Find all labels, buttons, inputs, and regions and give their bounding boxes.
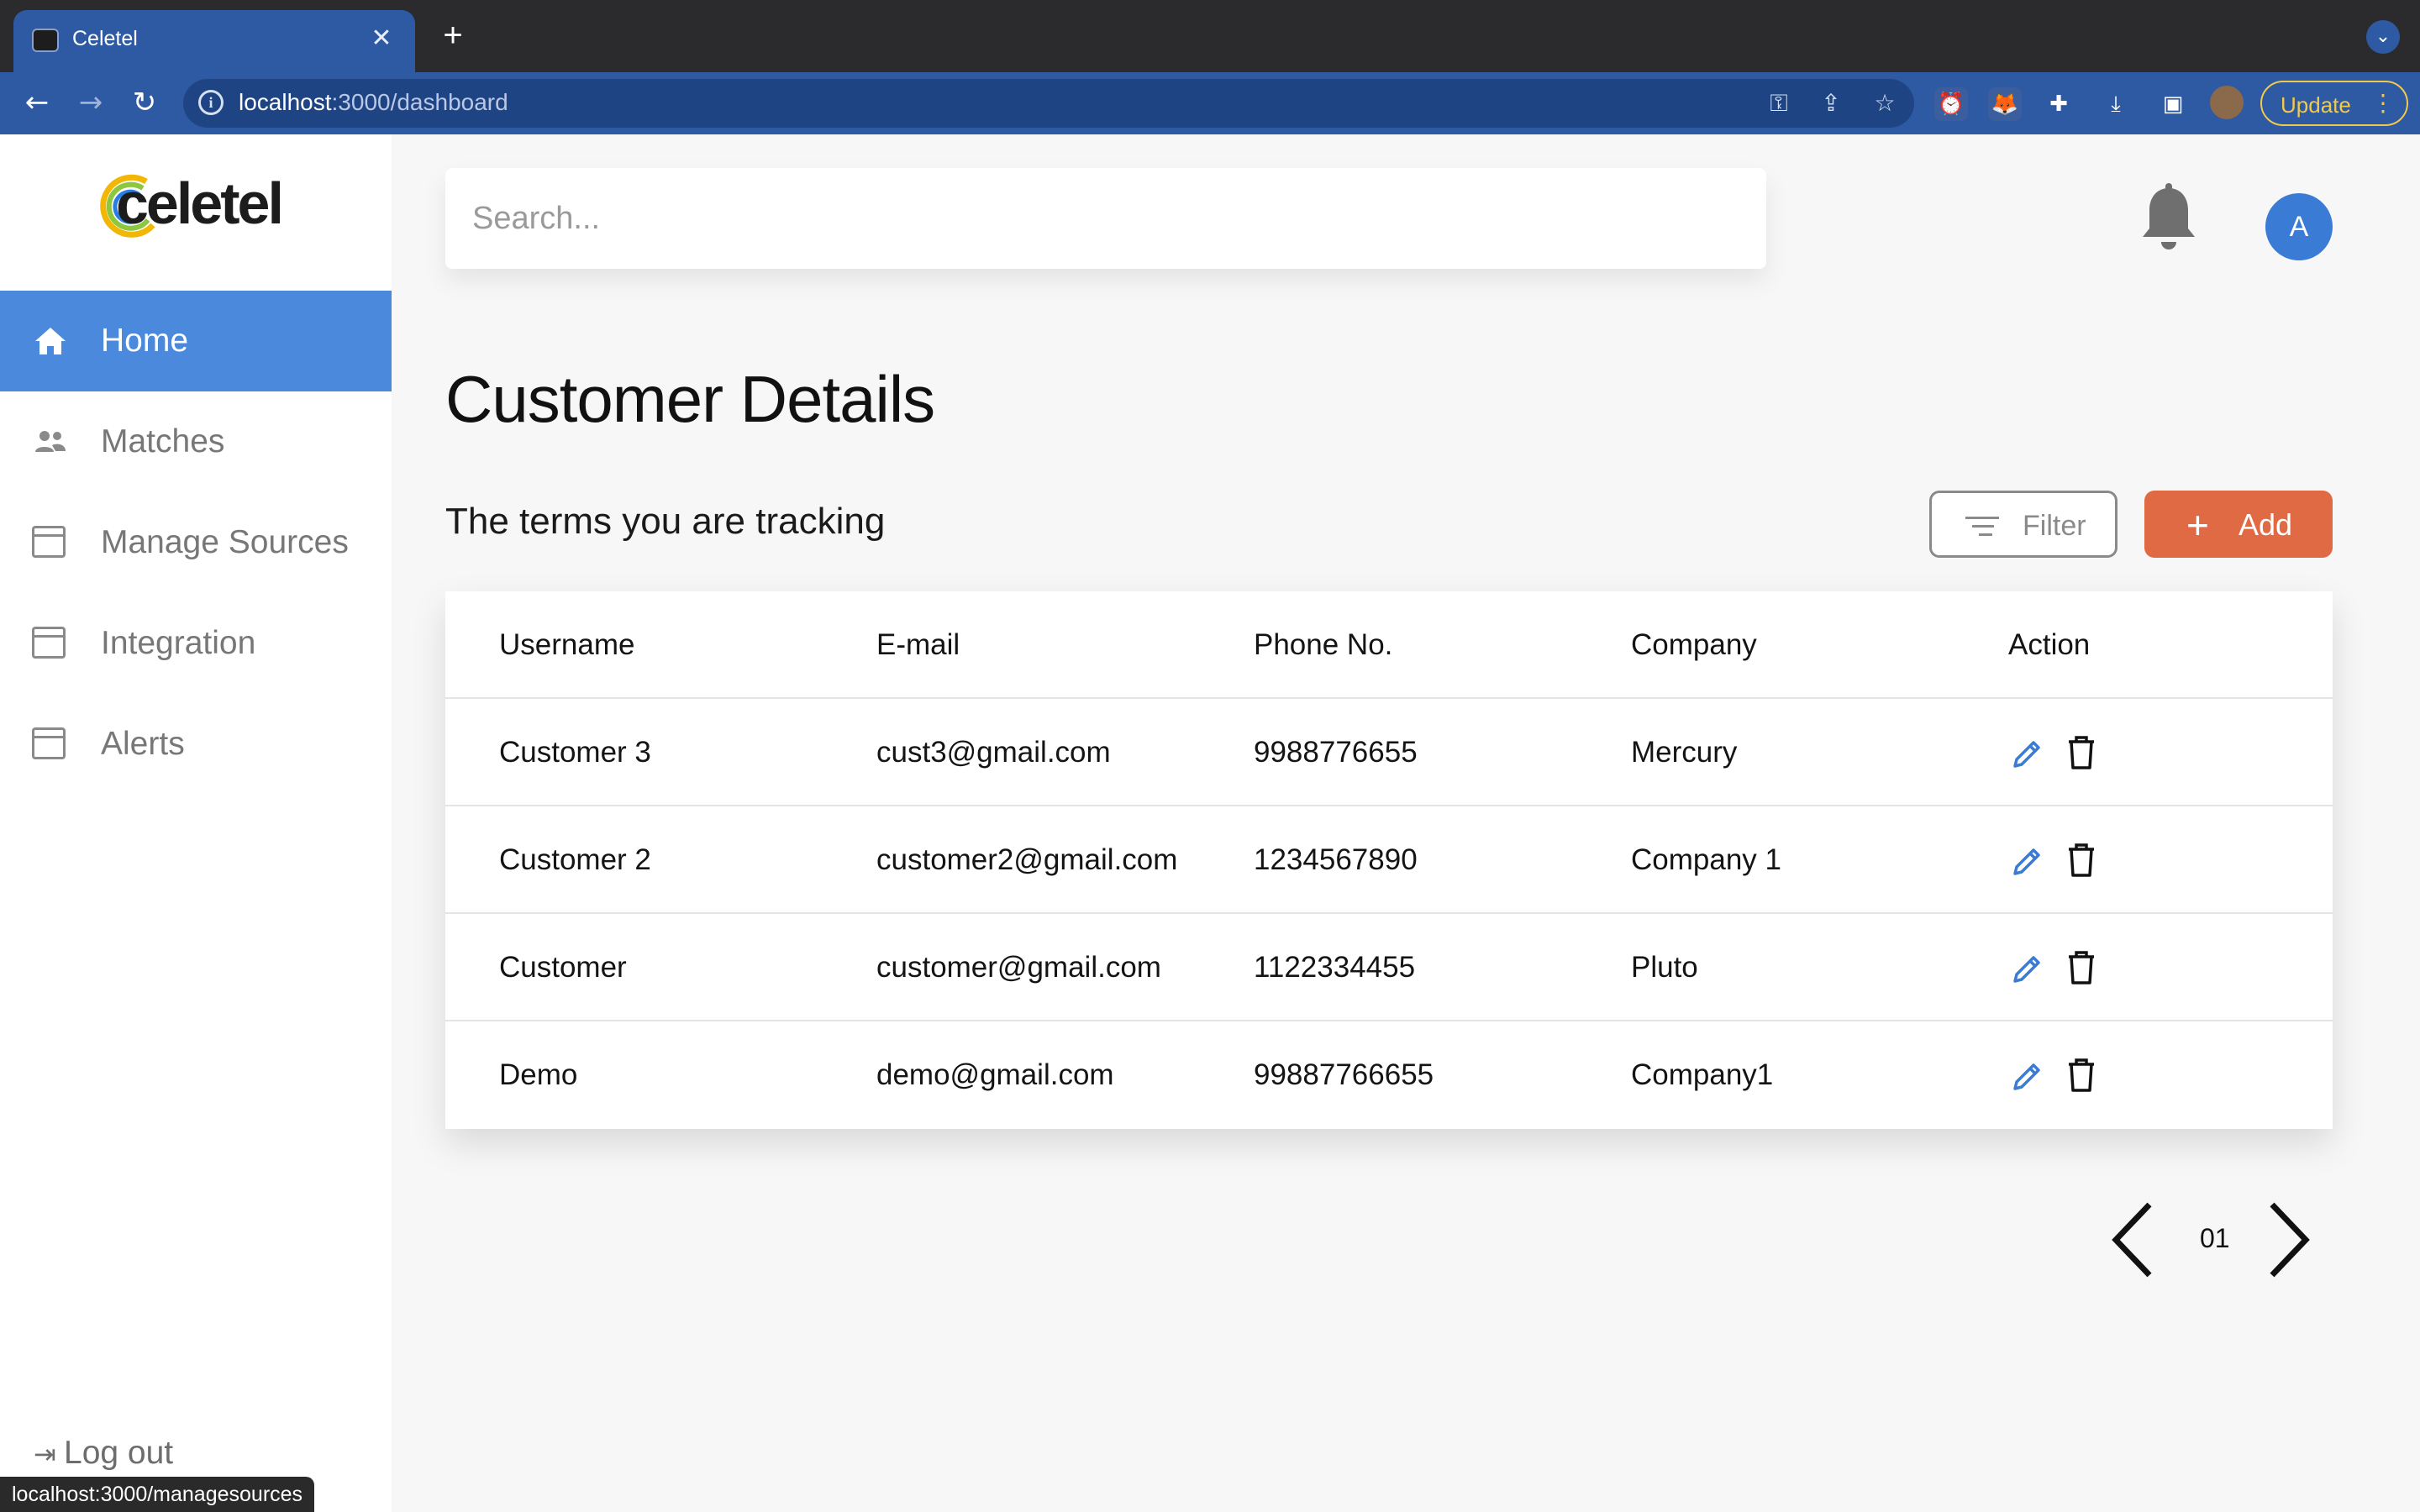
tab-search-chevron-icon[interactable]: ⌄ (2366, 20, 2400, 54)
cell-phone: 9988776655 (1254, 736, 1418, 769)
extensions-puzzle-icon[interactable]: ✚ (2042, 87, 2075, 121)
favicon-icon (32, 29, 59, 52)
cell-email: demo@gmail.com (876, 1058, 1114, 1091)
key-icon[interactable]: ⚿ (1763, 87, 1795, 119)
download-icon[interactable]: ⤓ (2099, 87, 2133, 121)
cell-company: Mercury (1631, 736, 1738, 769)
share-icon[interactable]: ⇪ (1815, 87, 1847, 119)
status-bar-url: localhost:3000/managesources (0, 1477, 315, 1512)
filter-lines-icon (1965, 517, 1999, 536)
edit-pencil-icon[interactable] (2010, 843, 2045, 879)
edit-pencil-icon[interactable] (2010, 1058, 2045, 1094)
update-button[interactable]: Update ⋮ (2260, 81, 2408, 126)
sidebar-item-integration[interactable]: Integration (0, 593, 392, 694)
edit-pencil-icon[interactable] (2010, 951, 2045, 986)
tab-close-icon[interactable]: ✕ (365, 22, 398, 55)
cell-email: customer@gmail.com (876, 951, 1161, 984)
cell-company: Pluto (1631, 951, 1698, 984)
delete-trash-icon[interactable] (2065, 842, 2097, 879)
extension-clock-icon[interactable]: ⏰ (1934, 87, 1968, 121)
cell-username: Customer 2 (499, 843, 651, 876)
notification-bell-icon[interactable] (2139, 183, 2198, 254)
column-header-phone[interactable]: Phone No. (1254, 628, 1392, 662)
cell-company: Company1 (1631, 1058, 1774, 1091)
cell-email: cust3@gmail.com (876, 736, 1111, 769)
forward-arrow-icon[interactable]: → (71, 82, 111, 123)
next-page-chevron-icon[interactable] (2260, 1200, 2314, 1280)
table-row[interactable]: Customer customer@gmail.com 1122334455 P… (445, 914, 2333, 1021)
site-info-icon[interactable]: i (198, 90, 224, 115)
tab-title: Celetel (72, 27, 138, 50)
delete-trash-icon[interactable] (2065, 734, 2097, 771)
sidebar-item-label: Alerts (101, 726, 185, 762)
table-row[interactable]: Customer 3 cust3@gmail.com 9988776655 Me… (445, 699, 2333, 806)
column-header-action: Action (2008, 628, 2091, 661)
sidebar-item-label: Manage Sources (101, 524, 349, 560)
cell-phone: 1122334455 (1254, 951, 1416, 984)
customer-table: Username E-mail Phone No. Company Action… (445, 591, 2333, 1129)
delete-trash-icon[interactable] (2065, 1057, 2097, 1094)
filter-label: Filter (2023, 510, 2086, 542)
metamask-fox-icon[interactable]: 🦊 (1988, 87, 2022, 121)
table-row[interactable]: Customer 2 customer2@gmail.com 123456789… (445, 806, 2333, 914)
calendar-icon (32, 627, 69, 660)
sidebar-item-home[interactable]: Home (0, 291, 392, 391)
plus-icon: + (2186, 503, 2209, 547)
profile-avatar-icon[interactable] (2210, 86, 2244, 119)
delete-trash-icon[interactable] (2065, 949, 2097, 986)
logout-icon: ⇥ (34, 1439, 56, 1469)
more-menu-icon[interactable]: ⋮ (2371, 89, 2395, 117)
filter-button[interactable]: Filter (1929, 491, 2118, 558)
celetel-logo[interactable]: celetel (99, 166, 301, 242)
browser-tab-bar: Celetel ✕ + ⌄ (0, 0, 2420, 72)
user-avatar[interactable]: A (2265, 193, 2333, 260)
bookmark-star-icon[interactable]: ☆ (1869, 87, 1901, 119)
cell-phone: 1234567890 (1254, 843, 1418, 876)
add-button[interactable]: + Add (2144, 491, 2333, 558)
calendar-icon (32, 526, 69, 559)
calendar-icon (32, 727, 69, 761)
cell-phone: 99887766655 (1254, 1058, 1434, 1091)
sidebar: celetel Home Matches Manage Sources Inte… (0, 134, 392, 1512)
page-subtitle: The terms you are tracking (445, 501, 886, 542)
add-label: Add (2238, 507, 2293, 542)
sidebar-item-label: Matches (101, 423, 225, 459)
back-arrow-icon[interactable]: ← (17, 82, 57, 123)
sidebar-item-matches[interactable]: Matches (0, 391, 392, 492)
browser-toolbar: ← → ↻ i localhost:3000/dashboard ⚿ ⇪ ☆ ⏰… (0, 72, 2420, 134)
page-title: Customer Details (445, 362, 935, 436)
cell-email: customer2@gmail.com (876, 843, 1178, 876)
column-header-email[interactable]: E-mail (876, 628, 960, 662)
sidebar-item-label: Home (101, 323, 189, 359)
table-header-row: Username E-mail Phone No. Company Action (445, 591, 2333, 699)
sidebar-item-alerts[interactable]: Alerts (0, 694, 392, 795)
people-icon (35, 431, 66, 452)
sidebar-item-label: Integration (101, 625, 256, 661)
reload-icon[interactable]: ↻ (124, 82, 165, 123)
sidebar-item-manage-sources[interactable]: Manage Sources (0, 492, 392, 593)
cell-username: Customer 3 (499, 736, 651, 769)
column-header-company[interactable]: Company (1631, 628, 1757, 662)
browser-tab[interactable]: Celetel ✕ (13, 10, 415, 72)
logout-label: Log out (64, 1435, 174, 1471)
cell-company: Company 1 (1631, 843, 1781, 876)
home-icon (35, 328, 66, 354)
page-number: 01 (2200, 1223, 2230, 1253)
cell-username: Demo (499, 1058, 578, 1091)
previous-page-chevron-icon[interactable] (2107, 1200, 2161, 1280)
cell-username: Customer (499, 951, 627, 984)
edit-pencil-icon[interactable] (2010, 736, 2045, 771)
logout-button[interactable]: ⇥ Log out (34, 1435, 173, 1472)
column-header-username[interactable]: Username (499, 628, 634, 662)
new-tab-button[interactable]: + (435, 18, 471, 54)
logo-text: celetel (116, 171, 284, 236)
search-box[interactable] (445, 168, 1766, 269)
search-input[interactable] (445, 168, 1766, 269)
url-text[interactable]: localhost:3000/dashboard (239, 89, 508, 116)
side-panel-icon[interactable]: ▣ (2156, 87, 2190, 121)
table-row[interactable]: Demo demo@gmail.com 99887766655 Company1 (445, 1021, 2333, 1129)
address-bar[interactable]: i localhost:3000/dashboard ⚿ ⇪ ☆ (183, 79, 1914, 128)
